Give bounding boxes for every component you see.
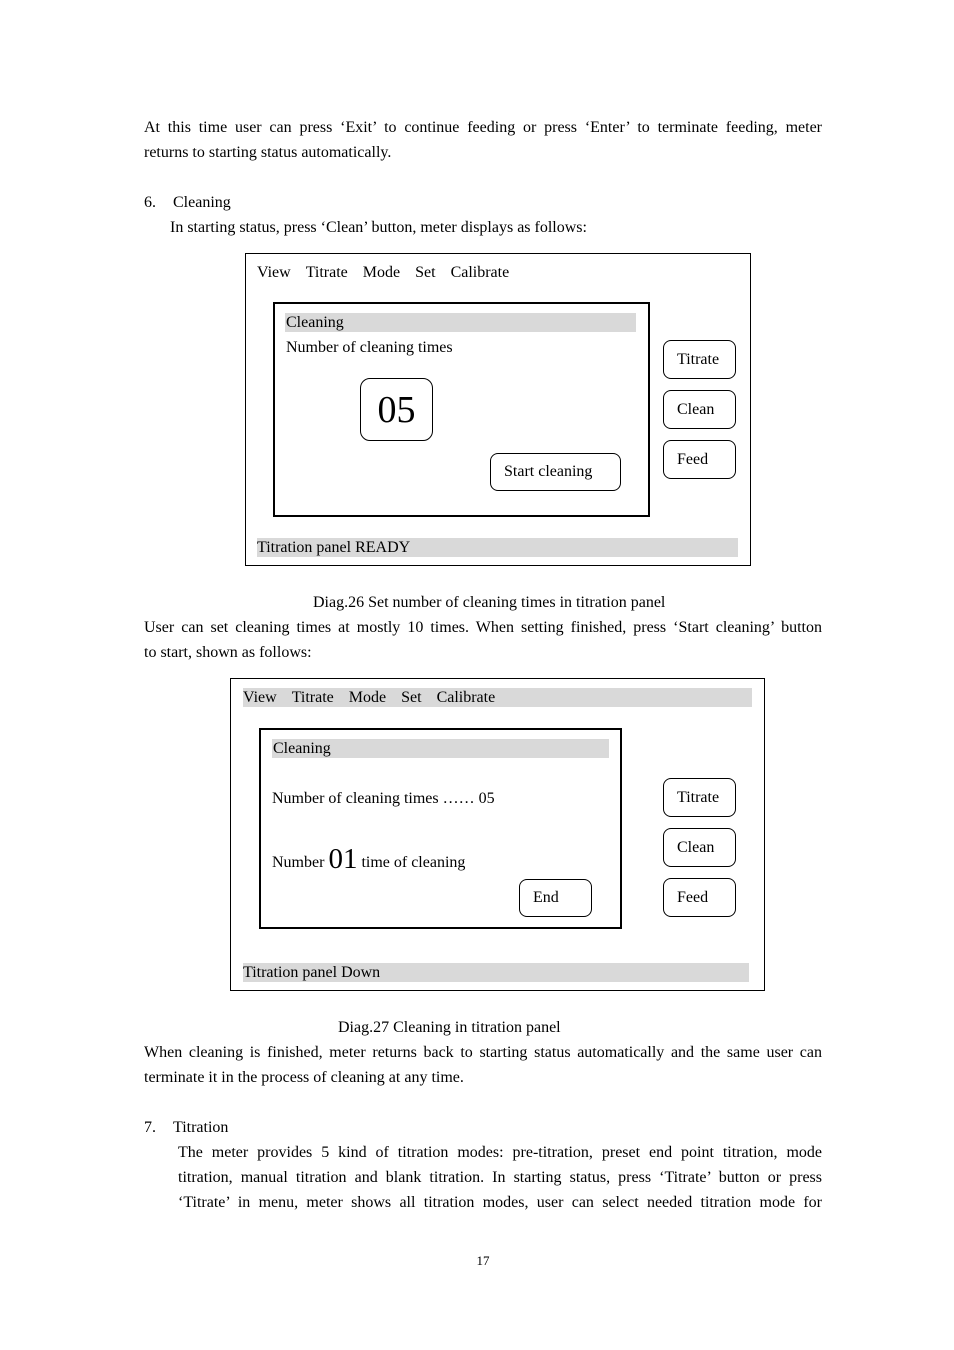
after-diag26-line-1: User can set cleaning times at mostly 10…: [144, 619, 822, 636]
section-6-intro: In starting status, press ‘Clean’ button…: [170, 219, 587, 236]
diag27-menubar: View Titrate Mode Set Calibrate: [243, 688, 752, 707]
progress-suffix: time of cleaning: [361, 854, 466, 871]
diag27-titration-panel: View Titrate Mode Set Calibrate Cleaning Num…: [230, 678, 765, 991]
cleaning-times-input[interactable]: 05: [360, 378, 433, 441]
feed-button[interactable]: Feed: [663, 878, 736, 917]
end-button[interactable]: End: [519, 879, 592, 917]
menu-item-calibrate[interactable]: Calibrate: [451, 264, 510, 281]
diag26-status-bar: Titration panel READY: [257, 538, 738, 557]
diag27-dialog-title: Cleaning: [272, 739, 609, 758]
intro-line-1: At this time user can press ‘Exit’ to co…: [144, 119, 822, 136]
diag26-caption: Diag.26 Set number of cleaning times in …: [313, 594, 666, 611]
page-number: 17: [476, 1253, 490, 1268]
menu-item-calibrate[interactable]: Calibrate: [437, 689, 496, 706]
section-7-title: Titration: [173, 1119, 229, 1136]
menu-item-view[interactable]: View: [243, 689, 277, 706]
intro-line-2: returns to starting status automatically…: [144, 144, 392, 161]
section-7-paragraph: The meter provides 5 kind of titration m…: [178, 1140, 822, 1215]
section-6-number: 6.: [144, 194, 156, 211]
menu-item-mode[interactable]: Mode: [363, 264, 400, 281]
after-diag27-paragraph: When cleaning is finished, meter returns…: [144, 1040, 822, 1090]
section-7-line-2: titration, manual titration and blank ti…: [178, 1169, 822, 1186]
menu-item-set[interactable]: Set: [401, 689, 421, 706]
clean-button[interactable]: Clean: [663, 390, 736, 429]
diag26-cleaning-times-label: Number of cleaning times: [286, 339, 453, 356]
diag26-cleaning-dialog: Cleaning Number of cleaning times 05 Sta…: [273, 302, 650, 517]
titrate-button[interactable]: Titrate: [663, 778, 736, 817]
after-diag26-paragraph: User can set cleaning times at mostly 10…: [144, 615, 822, 665]
diag27-caption: Diag.27 Cleaning in titration panel: [338, 1019, 561, 1036]
section-6-title: Cleaning: [173, 194, 231, 211]
diag27-status-bar: Titration panel Down: [243, 963, 749, 982]
section-6-heading: 6. Cleaning: [144, 190, 231, 215]
section-7-line-3: ‘Titrate’ in menu, meter shows all titra…: [178, 1194, 822, 1211]
diag26-titration-panel: View Titrate Mode Set Calibrate Cleaning Num…: [245, 253, 751, 566]
menu-item-titrate[interactable]: Titrate: [292, 689, 334, 706]
section-7-line-1: The meter provides 5 kind of titration m…: [178, 1144, 822, 1161]
diag27-cleaning-times-readout: Number of cleaning times …… 05: [272, 790, 495, 807]
titrate-button[interactable]: Titrate: [663, 340, 736, 379]
section-7-heading: 7. Titration: [144, 1115, 228, 1140]
after-diag27-line-2: terminate it in the process of cleaning …: [144, 1069, 464, 1086]
diag27-cleaning-dialog: Cleaning Number of cleaning times …… 05 …: [259, 728, 622, 929]
intro-paragraph: At this time user can press ‘Exit’ to co…: [144, 115, 822, 165]
progress-prefix: Number: [272, 854, 325, 871]
diag27-cleaning-progress: Number 01 time of cleaning: [272, 844, 465, 878]
current-cleaning-count: 01: [328, 843, 358, 875]
diag26-menubar: View Titrate Mode Set Calibrate: [257, 263, 524, 282]
menu-item-mode[interactable]: Mode: [349, 689, 386, 706]
menu-item-view[interactable]: View: [257, 264, 291, 281]
clean-button[interactable]: Clean: [663, 828, 736, 867]
start-cleaning-button[interactable]: Start cleaning: [490, 453, 621, 491]
diag26-dialog-title: Cleaning: [285, 313, 636, 332]
after-diag26-line-2: to start, shown as follows:: [144, 644, 312, 661]
menu-item-titrate[interactable]: Titrate: [306, 264, 348, 281]
feed-button[interactable]: Feed: [663, 440, 736, 479]
menu-item-set[interactable]: Set: [415, 264, 435, 281]
after-diag27-line-1: When cleaning is finished, meter returns…: [144, 1044, 822, 1061]
section-7-number: 7.: [144, 1119, 156, 1136]
